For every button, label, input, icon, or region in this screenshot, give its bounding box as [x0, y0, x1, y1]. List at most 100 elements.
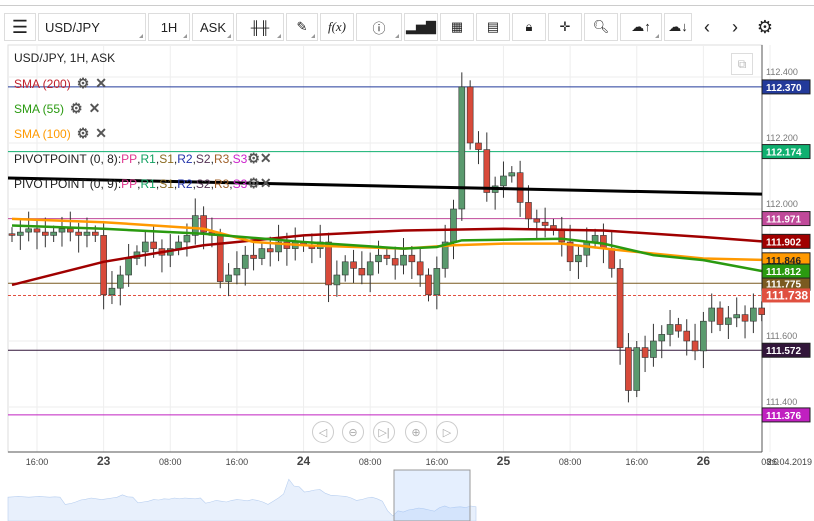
time-tick-label: 16:00	[625, 457, 648, 467]
candle-body	[575, 254, 582, 263]
pivot-part: R1	[140, 176, 156, 191]
time-tick-label: 25	[497, 454, 511, 468]
candle-body	[600, 235, 607, 249]
candle-body	[483, 149, 491, 193]
time-tick-label: 24	[297, 454, 311, 468]
close-icon[interactable]: ✕	[95, 75, 107, 92]
level-price-tag: 112.370	[761, 79, 811, 95]
price-chart[interactable]: 112.400 112.200 112.000 111.600 111.400 112.3…	[0, 0, 814, 521]
level-price-tag: 111.971	[761, 211, 811, 227]
time-tick-label: 26	[697, 454, 711, 468]
zoom-out-button[interactable]: ⊖	[342, 421, 364, 443]
level-price-tag-text: 111.971	[766, 215, 801, 226]
candle-body	[8, 233, 16, 236]
detach-button[interactable]: ⧉	[731, 53, 753, 75]
candle-body	[42, 231, 49, 236]
candle-body	[50, 231, 57, 236]
scroll-left-button[interactable]: ◁	[312, 421, 334, 443]
candle-body	[225, 274, 232, 282]
candle-body	[141, 241, 149, 253]
price-tick-label: 112.400	[766, 67, 798, 77]
candle-body	[683, 330, 691, 342]
gear-icon[interactable]: ⚙	[247, 150, 260, 167]
go-to-end-button[interactable]: ▷|	[373, 421, 395, 443]
candle-body	[475, 142, 482, 150]
candle-body	[258, 248, 266, 259]
pivot-part: PP	[121, 151, 138, 166]
level-price-tag-text: 112.370	[766, 83, 802, 94]
zoom-in-button[interactable]: ⊕	[405, 421, 427, 443]
price-tick-label: 111.600	[766, 331, 797, 341]
pivot-part: R3	[213, 151, 230, 166]
level-price-tag-text: 111.572	[766, 346, 801, 357]
candle-body	[750, 307, 757, 322]
current-price-tag-text: 111.738	[766, 288, 808, 302]
candle-body	[725, 317, 732, 325]
candle-body	[658, 334, 666, 342]
pivot-label: PIVOTPOINT (0, 9)	[14, 176, 118, 191]
candle-body	[733, 314, 741, 319]
pivot-part: R2	[177, 176, 193, 191]
candle-body	[83, 231, 91, 236]
candle-body	[366, 261, 374, 276]
close-icon[interactable]: ✕	[95, 125, 107, 142]
sma-price-tag: 111.812	[761, 263, 811, 279]
candle-body	[350, 261, 357, 269]
gear-icon[interactable]: ⚙	[77, 75, 90, 92]
chart-title: USD/JPY, 1H, ASK	[14, 51, 115, 65]
level-price-tag: 111.572	[761, 342, 811, 358]
pivot-part: S1	[159, 151, 174, 166]
gear-icon[interactable]: ⚙	[247, 175, 260, 192]
price-tick-label: 112.000	[766, 199, 798, 209]
candle-body	[25, 228, 32, 233]
level-price-tag: 112.174	[761, 144, 811, 160]
indicator-label: SMA (200)	[14, 76, 71, 91]
close-icon[interactable]: ✕	[260, 150, 272, 167]
pivot-part: S3	[232, 176, 248, 191]
pivot-part: R3	[213, 176, 230, 191]
candle-body	[500, 175, 507, 187]
candle	[466, 80, 474, 150]
candle-body	[608, 248, 616, 269]
candle-body	[633, 347, 641, 391]
candle-body	[58, 228, 66, 233]
close-icon[interactable]: ✕	[89, 100, 101, 117]
candle-body	[675, 324, 682, 332]
candle-body	[250, 254, 257, 259]
chart-title-text: USD/JPY, 1H, ASK	[14, 51, 116, 65]
candle-body	[641, 347, 649, 358]
time-tick-label: 08:00	[359, 457, 382, 467]
candle-body	[591, 235, 599, 243]
candle-body	[391, 258, 399, 266]
candle-body	[533, 218, 541, 223]
close-icon[interactable]: ✕	[260, 175, 272, 192]
navigator-selection-handle[interactable]	[393, 469, 471, 521]
candle-body	[108, 287, 116, 296]
time-tick-label: 08:00	[159, 457, 182, 467]
candle-body	[616, 268, 624, 348]
candle-body	[92, 231, 99, 236]
candle-body	[583, 241, 591, 256]
candle-body	[666, 324, 674, 335]
candle-body	[450, 208, 457, 243]
current-price-tag: 111.738	[762, 288, 810, 303]
gear-icon[interactable]: ⚙	[70, 100, 83, 117]
candle-body	[408, 254, 416, 263]
candle	[216, 228, 224, 289]
indicator-legend: SMA (55) ⚙ ✕	[14, 100, 100, 117]
indicator-legend: SMA (200) ⚙ ✕	[14, 75, 107, 92]
candle-body	[233, 268, 241, 276]
candle-body	[691, 340, 699, 352]
candle-body	[716, 307, 724, 325]
candle-body	[416, 261, 424, 276]
candle-body	[125, 258, 132, 276]
candle-body	[508, 172, 516, 177]
candle-body	[458, 86, 466, 210]
candle-body	[650, 340, 657, 358]
scroll-right-button[interactable]: ▷	[436, 421, 458, 443]
gear-icon[interactable]: ⚙	[77, 125, 90, 142]
indicator-label: SMA (55)	[14, 101, 65, 116]
triangle-left-icon: ◁	[318, 426, 328, 439]
candle-body	[325, 241, 332, 286]
candle-body	[700, 320, 707, 352]
